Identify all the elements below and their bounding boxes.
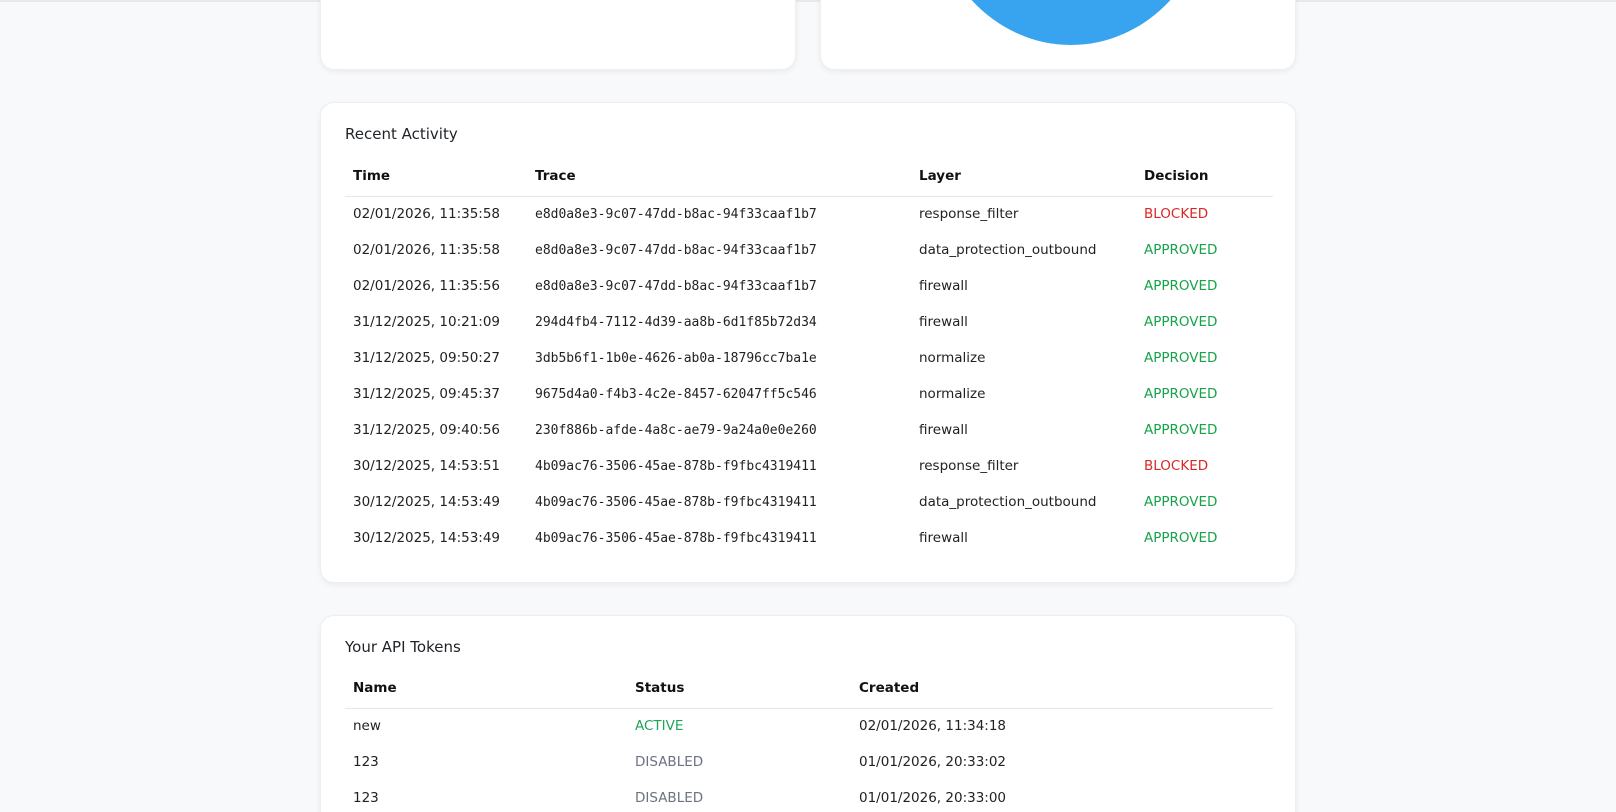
column-header-decision: Decision [1136, 156, 1273, 197]
row-time: 02/01/2026, 11:35:58 [353, 242, 501, 258]
table-row: 123 DISABLED 01/01/2026, 20:33:02 [345, 744, 1273, 780]
row-time: 31/12/2025, 09:40:56 [353, 422, 501, 438]
api-tokens-card: Your API Tokens Name Status Created new … [320, 615, 1296, 812]
table-row: 02/01/2026, 11:35:58 e8d0a8e3-9c07-47dd-… [345, 232, 1273, 268]
table-header-row: Time Trace Layer Decision [345, 156, 1273, 197]
row-time: 30/12/2025, 14:53:51 [353, 458, 501, 474]
row-time: 31/12/2025, 09:45:37 [353, 386, 501, 402]
row-layer: normalize [919, 350, 986, 366]
token-created: 01/01/2026, 20:33:00 [859, 790, 1007, 806]
token-name: 123 [353, 790, 379, 806]
row-layer: data_protection_outbound [919, 242, 1097, 258]
row-trace: e8d0a8e3-9c07-47dd-b8ac-94f33caaf1b7 [535, 278, 817, 294]
row-trace: e8d0a8e3-9c07-47dd-b8ac-94f33caaf1b7 [535, 206, 817, 222]
row-layer: firewall [919, 530, 968, 546]
recent-activity-card: Recent Activity Time Trace Layer Decisio… [320, 102, 1296, 583]
row-decision-badge: BLOCKED [1144, 206, 1209, 223]
row-decision-badge: APPROVED [1144, 350, 1218, 366]
api-tokens-title: Your API Tokens [345, 638, 461, 656]
row-trace: 4b09ac76-3506-45ae-878b-f9fbc4319411 [535, 494, 817, 510]
table-row: 31/12/2025, 10:21:09 294d4fb4-7112-4d39-… [345, 304, 1273, 340]
row-time: 30/12/2025, 14:53:49 [353, 494, 501, 510]
table-row: 30/12/2025, 14:53:49 4b09ac76-3506-45ae-… [345, 484, 1273, 520]
row-time: 02/01/2026, 11:35:56 [353, 278, 501, 294]
recent-activity-table: Time Trace Layer Decision 02/01/2026, 11… [345, 156, 1273, 556]
column-header-name: Name [345, 668, 627, 709]
row-decision-badge: APPROVED [1144, 494, 1218, 510]
row-decision-badge: APPROVED [1144, 422, 1218, 438]
table-row: 02/01/2026, 11:35:58 e8d0a8e3-9c07-47dd-… [345, 196, 1273, 232]
table-row: new ACTIVE 02/01/2026, 11:34:18 [345, 708, 1273, 744]
row-decision-badge: APPROVED [1144, 386, 1218, 402]
row-layer: firewall [919, 422, 968, 438]
row-layer: response_filter [919, 458, 1019, 474]
column-header-status: Status [627, 668, 851, 709]
row-trace: 4b09ac76-3506-45ae-878b-f9fbc4319411 [535, 530, 817, 546]
token-created: 01/01/2026, 20:33:02 [859, 754, 1007, 770]
row-layer: data_protection_outbound [919, 494, 1097, 510]
token-status-badge: DISABLED [635, 790, 704, 806]
summary-card [320, 0, 796, 70]
row-decision-badge: BLOCKED [1144, 458, 1209, 474]
table-header-row: Name Status Created [345, 668, 1273, 709]
table-row: 31/12/2025, 09:50:27 3db5b6f1-1b0e-4626-… [345, 340, 1273, 376]
token-created: 02/01/2026, 11:34:18 [859, 718, 1007, 735]
row-time: 30/12/2025, 14:53:49 [353, 530, 501, 546]
page-top-border [0, 0, 1616, 2]
row-trace: 3db5b6f1-1b0e-4626-ab0a-18796cc7ba1e [535, 350, 817, 366]
table-row: 123 DISABLED 01/01/2026, 20:33:00 [345, 780, 1273, 812]
table-row: 30/12/2025, 14:53:51 4b09ac76-3506-45ae-… [345, 448, 1273, 484]
row-trace: 230f886b-afde-4a8c-ae79-9a24a0e0e260 [535, 422, 817, 438]
row-time: 31/12/2025, 10:21:09 [353, 314, 501, 330]
table-row: 31/12/2025, 09:40:56 230f886b-afde-4a8c-… [345, 412, 1273, 448]
token-status-badge: DISABLED [635, 754, 704, 770]
row-decision-badge: APPROVED [1144, 314, 1218, 330]
token-name: 123 [353, 754, 379, 770]
row-trace: 294d4fb4-7112-4d39-aa8b-6d1f85b72d34 [535, 314, 817, 330]
recent-activity-title: Recent Activity [345, 125, 458, 143]
token-name: new [353, 718, 381, 735]
column-header-trace: Trace [527, 156, 911, 197]
table-row: 02/01/2026, 11:35:56 e8d0a8e3-9c07-47dd-… [345, 268, 1273, 304]
token-status-badge: ACTIVE [635, 718, 684, 735]
row-layer: firewall [919, 278, 968, 294]
table-row: 31/12/2025, 09:45:37 9675d4a0-f4b3-4c2e-… [345, 376, 1273, 412]
row-trace: 9675d4a0-f4b3-4c2e-8457-62047ff5c546 [535, 386, 817, 402]
column-header-created: Created [851, 668, 1273, 709]
api-tokens-table: Name Status Created new ACTIVE 02/01/202… [345, 668, 1273, 812]
row-decision-badge: APPROVED [1144, 278, 1218, 294]
row-trace: 4b09ac76-3506-45ae-878b-f9fbc4319411 [535, 458, 817, 474]
column-header-layer: Layer [911, 156, 1136, 197]
row-layer: response_filter [919, 206, 1019, 223]
row-layer: normalize [919, 386, 986, 402]
row-decision-badge: APPROVED [1144, 530, 1218, 546]
decisions-chart-card [820, 0, 1296, 70]
row-decision-badge: APPROVED [1144, 242, 1218, 258]
table-row: 30/12/2025, 14:53:49 4b09ac76-3506-45ae-… [345, 520, 1273, 556]
row-time: 02/01/2026, 11:35:58 [353, 206, 501, 223]
row-layer: firewall [919, 314, 968, 330]
column-header-time: Time [345, 156, 527, 197]
pie-chart-slice [931, 0, 1211, 45]
row-time: 31/12/2025, 09:50:27 [353, 350, 501, 366]
row-trace: e8d0a8e3-9c07-47dd-b8ac-94f33caaf1b7 [535, 242, 817, 258]
